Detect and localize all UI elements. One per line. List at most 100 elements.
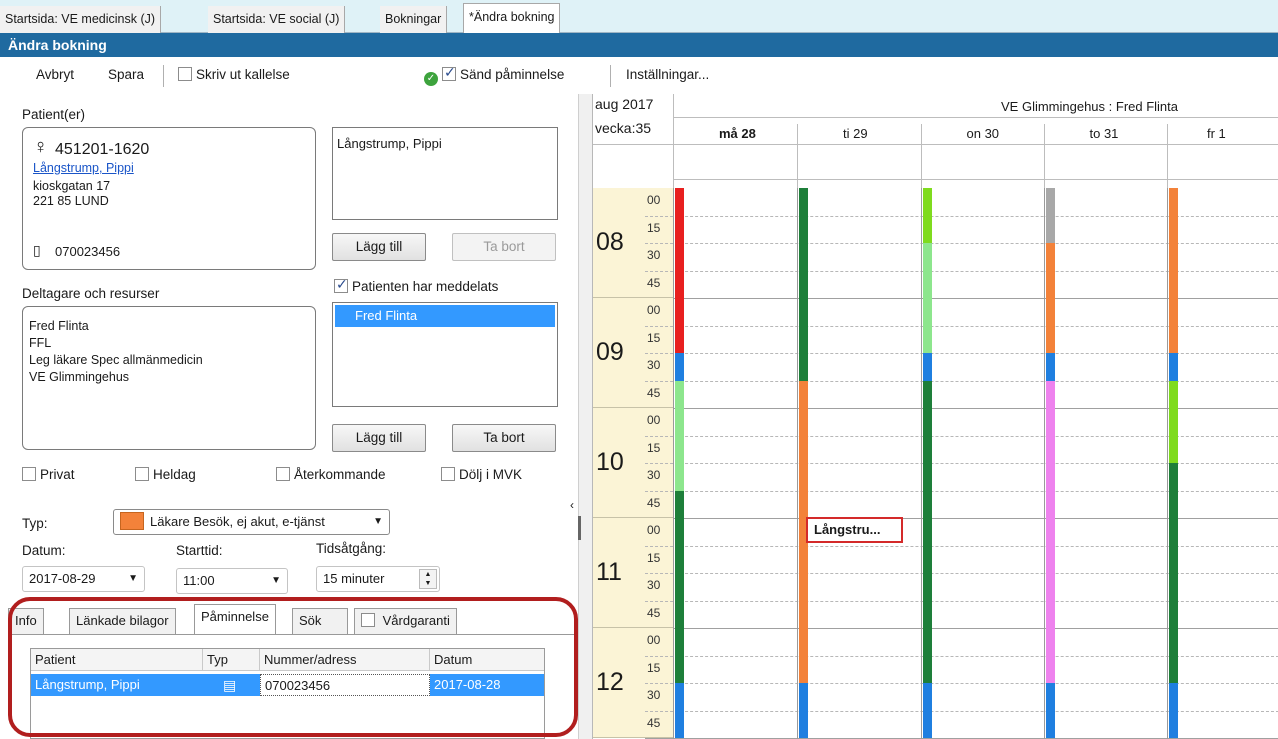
participants-box: Fred Flinta FFL Leg läkare Spec allmänme… bbox=[22, 306, 316, 450]
settings-button[interactable]: Inställningar... bbox=[626, 67, 709, 82]
all-day-checkbox[interactable]: Heldag bbox=[135, 467, 196, 482]
day-header[interactable]: ti 29 bbox=[843, 126, 868, 141]
availability-bar bbox=[923, 628, 932, 656]
resource-list[interactable]: Fred Flinta bbox=[332, 302, 558, 407]
availability-bar bbox=[1169, 353, 1178, 381]
availability-bar bbox=[923, 270, 932, 298]
checkbox-icon bbox=[22, 467, 36, 481]
availability-bar bbox=[799, 490, 808, 518]
booking-block[interactable]: Långstru... bbox=[806, 517, 903, 543]
availability-bar bbox=[799, 188, 808, 216]
availability-bar bbox=[799, 710, 808, 738]
add-patient-button[interactable]: Lägg till bbox=[332, 233, 426, 261]
female-icon: ♀ bbox=[33, 136, 48, 158]
patient-informed-label: Patienten har meddelats bbox=[352, 279, 499, 294]
availability-bar bbox=[923, 518, 932, 546]
resource-list-item-selected[interactable]: Fred Flinta bbox=[335, 305, 555, 327]
availability-bar bbox=[923, 435, 932, 463]
availability-bar bbox=[1169, 655, 1178, 683]
availability-bar bbox=[1046, 463, 1055, 491]
availability-bar bbox=[1169, 243, 1178, 271]
patient-name-link[interactable]: Långstrump, Pippi bbox=[33, 161, 134, 175]
availability-bar bbox=[675, 380, 684, 408]
minute-label: 15 bbox=[647, 440, 661, 455]
minute-label: 45 bbox=[647, 275, 661, 290]
availability-bar bbox=[1046, 573, 1055, 601]
tab-startsida-social[interactable]: Startsida: VE social (J) bbox=[208, 6, 346, 33]
patient-list[interactable]: Långstrump, Pippi bbox=[332, 127, 558, 220]
availability-bar bbox=[1046, 325, 1055, 353]
availability-bar bbox=[799, 545, 808, 573]
availability-bar bbox=[799, 683, 808, 711]
collapse-left-icon[interactable]: ‹ bbox=[570, 498, 574, 512]
availability-bar bbox=[1169, 490, 1178, 518]
date-picker[interactable]: 2017-08-29 ▼ bbox=[22, 566, 145, 592]
header-divider bbox=[673, 94, 674, 188]
availability-bar bbox=[1169, 600, 1178, 628]
patient-address-street: kioskgatan 17 bbox=[33, 179, 111, 193]
minute-label: 30 bbox=[647, 578, 661, 592]
time-slot-line bbox=[645, 628, 1278, 629]
availability-bar bbox=[923, 215, 932, 243]
availability-bar bbox=[799, 298, 808, 326]
tab-bokningar[interactable]: Bokningar bbox=[380, 6, 448, 33]
tab-startsida-medicinsk[interactable]: Startsida: VE medicinsk (J) bbox=[0, 6, 162, 33]
checkbox-icon bbox=[276, 467, 290, 481]
day-header[interactable]: on 30 bbox=[967, 126, 1000, 141]
availability-bar bbox=[675, 683, 684, 711]
panel-splitter[interactable]: ‹ bbox=[570, 94, 592, 739]
cancel-button[interactable]: Avbryt bbox=[36, 67, 74, 82]
availability-bar bbox=[1169, 298, 1178, 326]
day-column-divider bbox=[921, 188, 922, 739]
patient-list-item[interactable]: Långstrump, Pippi bbox=[337, 136, 442, 151]
save-button[interactable]: Spara bbox=[108, 67, 144, 82]
send-reminder-checkbox[interactable]: ✓ Sänd påminnelse bbox=[424, 64, 564, 86]
time-slot-line bbox=[645, 490, 1278, 492]
chevron-down-icon: ▼ bbox=[370, 510, 383, 534]
toolbar-separator bbox=[610, 65, 611, 87]
remove-resource-button[interactable]: Ta bort bbox=[452, 424, 556, 452]
calendar-grid[interactable]: 08 00 15 30 45 09 00 15 30 45 10 00 15 30 45 11 00 15 30 45… bbox=[593, 188, 1278, 739]
add-resource-button[interactable]: Lägg till bbox=[332, 424, 426, 452]
checkbox-icon bbox=[135, 467, 149, 481]
minute-label: 00 bbox=[647, 303, 661, 317]
hide-mvk-checkbox[interactable]: Dölj i MVK bbox=[441, 467, 522, 482]
print-notice-checkbox[interactable]: Skriv ut kallelse bbox=[178, 67, 290, 82]
recurring-checkbox[interactable]: Återkommande bbox=[276, 467, 386, 482]
availability-bar bbox=[1046, 710, 1055, 738]
patient-section-label: Patient(er) bbox=[22, 107, 86, 122]
minute-label: 00 bbox=[647, 193, 661, 207]
day-header[interactable]: må 28 bbox=[719, 126, 756, 141]
time-slot-line bbox=[645, 215, 1278, 217]
type-dropdown[interactable]: Läkare Besök, ej akut, e-tjänst ▼ bbox=[113, 509, 390, 535]
time-slot-line bbox=[645, 545, 1278, 547]
availability-bar bbox=[799, 573, 808, 601]
spinner-arrows-icon[interactable]: ▲ ▼ bbox=[419, 569, 437, 589]
day-header-divider bbox=[1044, 124, 1045, 188]
availability-bar bbox=[1046, 435, 1055, 463]
header-divider bbox=[593, 144, 1278, 145]
day-header-divider bbox=[797, 124, 798, 188]
availability-bar bbox=[1169, 188, 1178, 216]
availability-bar bbox=[1046, 380, 1055, 408]
day-header[interactable]: fr 1 bbox=[1207, 126, 1226, 141]
print-notice-label: Skriv ut kallelse bbox=[196, 67, 290, 82]
day-header[interactable]: to 31 bbox=[1090, 126, 1119, 141]
availability-bar bbox=[675, 628, 684, 656]
time-slot-line bbox=[645, 463, 1278, 464]
duration-spinner[interactable]: 15 minuter ▲ ▼ bbox=[316, 566, 440, 592]
availability-bar bbox=[1169, 545, 1178, 573]
start-time-dropdown[interactable]: 11:00 ▼ bbox=[176, 568, 288, 594]
time-slot-line bbox=[645, 353, 1278, 354]
chevron-down-icon: ▼ bbox=[271, 575, 281, 586]
tab-andra-bokning[interactable]: *Ändra bokning bbox=[463, 3, 561, 33]
patient-informed-checkbox[interactable]: Patienten har meddelats bbox=[334, 276, 499, 294]
splitter-handle[interactable] bbox=[578, 516, 581, 540]
remove-patient-button[interactable]: Ta bort bbox=[452, 233, 556, 261]
availability-bar bbox=[923, 325, 932, 353]
private-checkbox[interactable]: Privat bbox=[22, 467, 75, 482]
time-slot-line bbox=[645, 380, 1278, 382]
minute-label: 45 bbox=[647, 605, 661, 620]
availability-bar bbox=[675, 270, 684, 298]
header-divider bbox=[673, 117, 1278, 118]
